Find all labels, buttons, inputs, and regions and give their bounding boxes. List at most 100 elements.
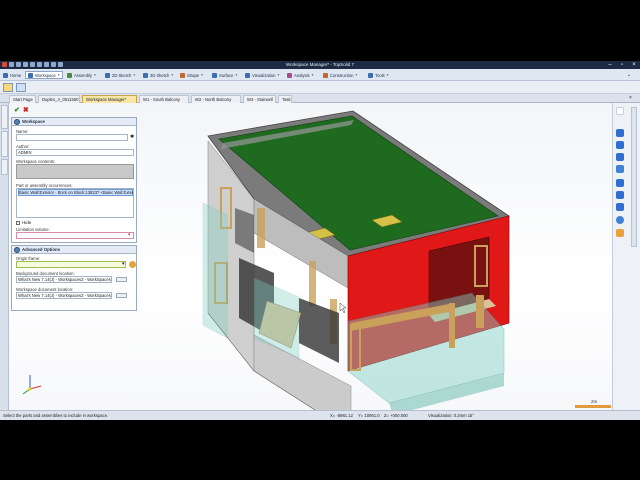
ribbon-tab-visualization[interactable]: Visualization ▾ <box>243 71 281 79</box>
wood-column-2[interactable] <box>309 261 316 306</box>
hide-checkbox[interactable] <box>16 220 20 225</box>
ribbon-tab-shape[interactable]: Shape ▾ <box>178 71 205 79</box>
origin-frame-input[interactable] <box>16 261 126 268</box>
glass-volume-west[interactable] <box>202 202 228 339</box>
perspective-icon[interactable] <box>616 203 624 211</box>
name-input[interactable] <box>16 134 128 141</box>
ribbon-tab-workspace[interactable]: Workspace ▾ <box>25 71 63 79</box>
chevron-down-icon: ▾ <box>235 73 238 77</box>
axis-triad-icon <box>22 375 42 395</box>
close-window-button[interactable]: × <box>628 61 640 69</box>
chevron-down-icon: ▾ <box>57 73 60 77</box>
pan-icon[interactable] <box>616 141 624 149</box>
workspace-toolbar <box>0 81 640 94</box>
home-icon <box>3 72 8 78</box>
mouse-cursor-icon <box>339 302 347 314</box>
ribbon-tab-home[interactable]: Home <box>1 71 23 79</box>
frame-pick-icon[interactable] <box>129 261 136 268</box>
restore-view-icon[interactable] <box>616 107 624 115</box>
vertical-panel-tab[interactable] <box>631 107 637 247</box>
advanced-options-header[interactable]: Advanced Options <box>12 246 136 254</box>
doc-tab-start-page[interactable]: Start Page <box>9 95 36 103</box>
workspace-icon <box>28 72 33 78</box>
chevron-down-icon[interactable]: ▾ <box>122 261 125 267</box>
workspace-settings-icon <box>14 118 20 125</box>
occurrences-list[interactable]: Basic Wall:Exterior - Brick on Block:138… <box>16 188 134 218</box>
coord-y: Y= 10061.0 <box>358 413 380 418</box>
panel-actions: ✔ ✖ <box>14 106 29 114</box>
asterisk-icon[interactable]: ✱ <box>130 134 134 140</box>
doc-tab-south-balcony[interactable]: W1 - South Balcony <box>139 95 189 103</box>
ribbon-tab-tools[interactable]: Tools ▾ <box>366 71 391 79</box>
chevron-up-icon: ▴ <box>628 73 630 77</box>
ribbon-tab-surface[interactable]: Surface ▾ <box>210 71 239 79</box>
workspace-doc-location-input[interactable]: What's New 7.14(J) - Workspaces3 - WorkS… <box>16 292 112 299</box>
wood-column-1[interactable] <box>257 208 265 248</box>
doc-tab-north-balcony[interactable]: W2 - North Balcony <box>191 95 241 103</box>
window-title: Workspace Manager* - TopSolid 7 <box>285 62 355 67</box>
maximize-button[interactable]: ▫ <box>616 61 628 69</box>
sketch-3d-icon <box>143 72 148 78</box>
hide-checkbox-row[interactable]: Hide <box>16 220 31 225</box>
background-location-input[interactable]: What's New 7.14(J) - Workspaces3 - WorkS… <box>16 276 112 283</box>
ribbon-tab-construction[interactable]: Construction ▾ <box>321 71 359 79</box>
ribbon-tabs: Home Workspace ▾ Assembly ▾ 2D Sketch ▾ 3D … <box>0 69 640 81</box>
visualization-status: Visualization: 0.2mm 15° <box>428 413 475 418</box>
scale-bar-label: 2m <box>591 399 598 404</box>
cancel-x-icon[interactable]: ✖ <box>23 106 29 114</box>
minimize-button[interactable]: – <box>604 61 616 69</box>
left-side-panel-strip <box>0 103 9 410</box>
limitation-volume-input[interactable] <box>16 232 134 239</box>
rotate-icon[interactable] <box>616 153 624 161</box>
workspace-doc-browse-button[interactable] <box>116 293 127 298</box>
ribbon-tab-assembly[interactable]: Assembly ▾ <box>65 71 98 79</box>
doc-tab-stairwell[interactable]: W3 - Stairwell <box>243 95 276 103</box>
ok-check-icon[interactable]: ✔ <box>14 106 20 114</box>
workspace-tool-button[interactable] <box>3 83 13 92</box>
surface-icon <box>212 72 217 78</box>
workspace-panel-header[interactable]: Workspace <box>12 118 136 126</box>
3d-viewport[interactable]: 2m ✔ ✖ Workspace Name: ✱ Author: ADMIN W… <box>9 103 612 420</box>
view-cube-icon[interactable] <box>616 165 624 173</box>
view-tools-strip <box>612 103 640 410</box>
tools-icon <box>368 72 373 78</box>
occurrence-item[interactable]: Basic Wall:Exterior - Brick on Block:138… <box>18 189 133 196</box>
zoom-icon[interactable] <box>616 129 624 137</box>
fit-view-icon[interactable] <box>616 179 624 187</box>
workspace-contents-field[interactable] <box>16 164 134 179</box>
ribbon-collapse-button[interactable]: ▴ <box>626 71 632 79</box>
vertical-tab-properties[interactable] <box>1 105 8 129</box>
scale-bar <box>575 405 611 408</box>
lower-right-post[interactable] <box>449 303 455 348</box>
ribbon-tab-3d-sketch[interactable]: 3D Sketch ▾ <box>141 71 175 79</box>
chevron-down-icon[interactable]: ▾ <box>128 232 131 238</box>
author-input[interactable]: ADMIN <box>16 149 134 156</box>
application-window: Workspace Manager* - TopSolid 7 – ▫ × Ho… <box>0 61 640 420</box>
right-post[interactable] <box>476 295 484 328</box>
chevron-down-icon: ▾ <box>94 73 96 77</box>
coord-x: X= -8961.12 <box>330 413 353 418</box>
lighting-icon[interactable] <box>616 229 624 237</box>
ribbon-tab-analysis[interactable]: Analysis ▾ <box>285 71 315 79</box>
doc-tab-duplex[interactable]: Duplex_A_05115507 <box>38 95 80 103</box>
close-document-icon[interactable]: × <box>629 95 632 101</box>
status-bar: Select the parts and assemblies to inclu… <box>0 410 640 420</box>
chevron-down-icon: ▾ <box>133 73 136 77</box>
status-hint: Select the parts and assemblies to inclu… <box>3 413 109 418</box>
chevron-down-icon: ▾ <box>386 73 389 77</box>
analysis-icon <box>287 72 292 78</box>
chevron-down-icon: ▾ <box>311 73 314 77</box>
globe-icon[interactable] <box>616 216 624 224</box>
workspace-manager-button[interactable] <box>16 83 26 92</box>
background-browse-button[interactable] <box>116 277 127 282</box>
vertical-tab-help[interactable] <box>1 159 8 175</box>
chevron-down-icon: ▾ <box>171 73 174 77</box>
chevron-down-icon: ▾ <box>355 73 358 77</box>
doc-tab-workspace-manager[interactable]: Workspace Manager* <box>82 95 137 103</box>
chevron-down-icon: ▾ <box>277 73 280 77</box>
sketch-2d-icon <box>105 72 110 78</box>
doc-tab-task[interactable]: Task <box>278 95 292 103</box>
ribbon-tab-2d-sketch[interactable]: 2D Sketch ▾ <box>103 71 137 79</box>
vertical-tab-entities[interactable] <box>1 131 8 157</box>
section-view-icon[interactable] <box>616 191 624 199</box>
